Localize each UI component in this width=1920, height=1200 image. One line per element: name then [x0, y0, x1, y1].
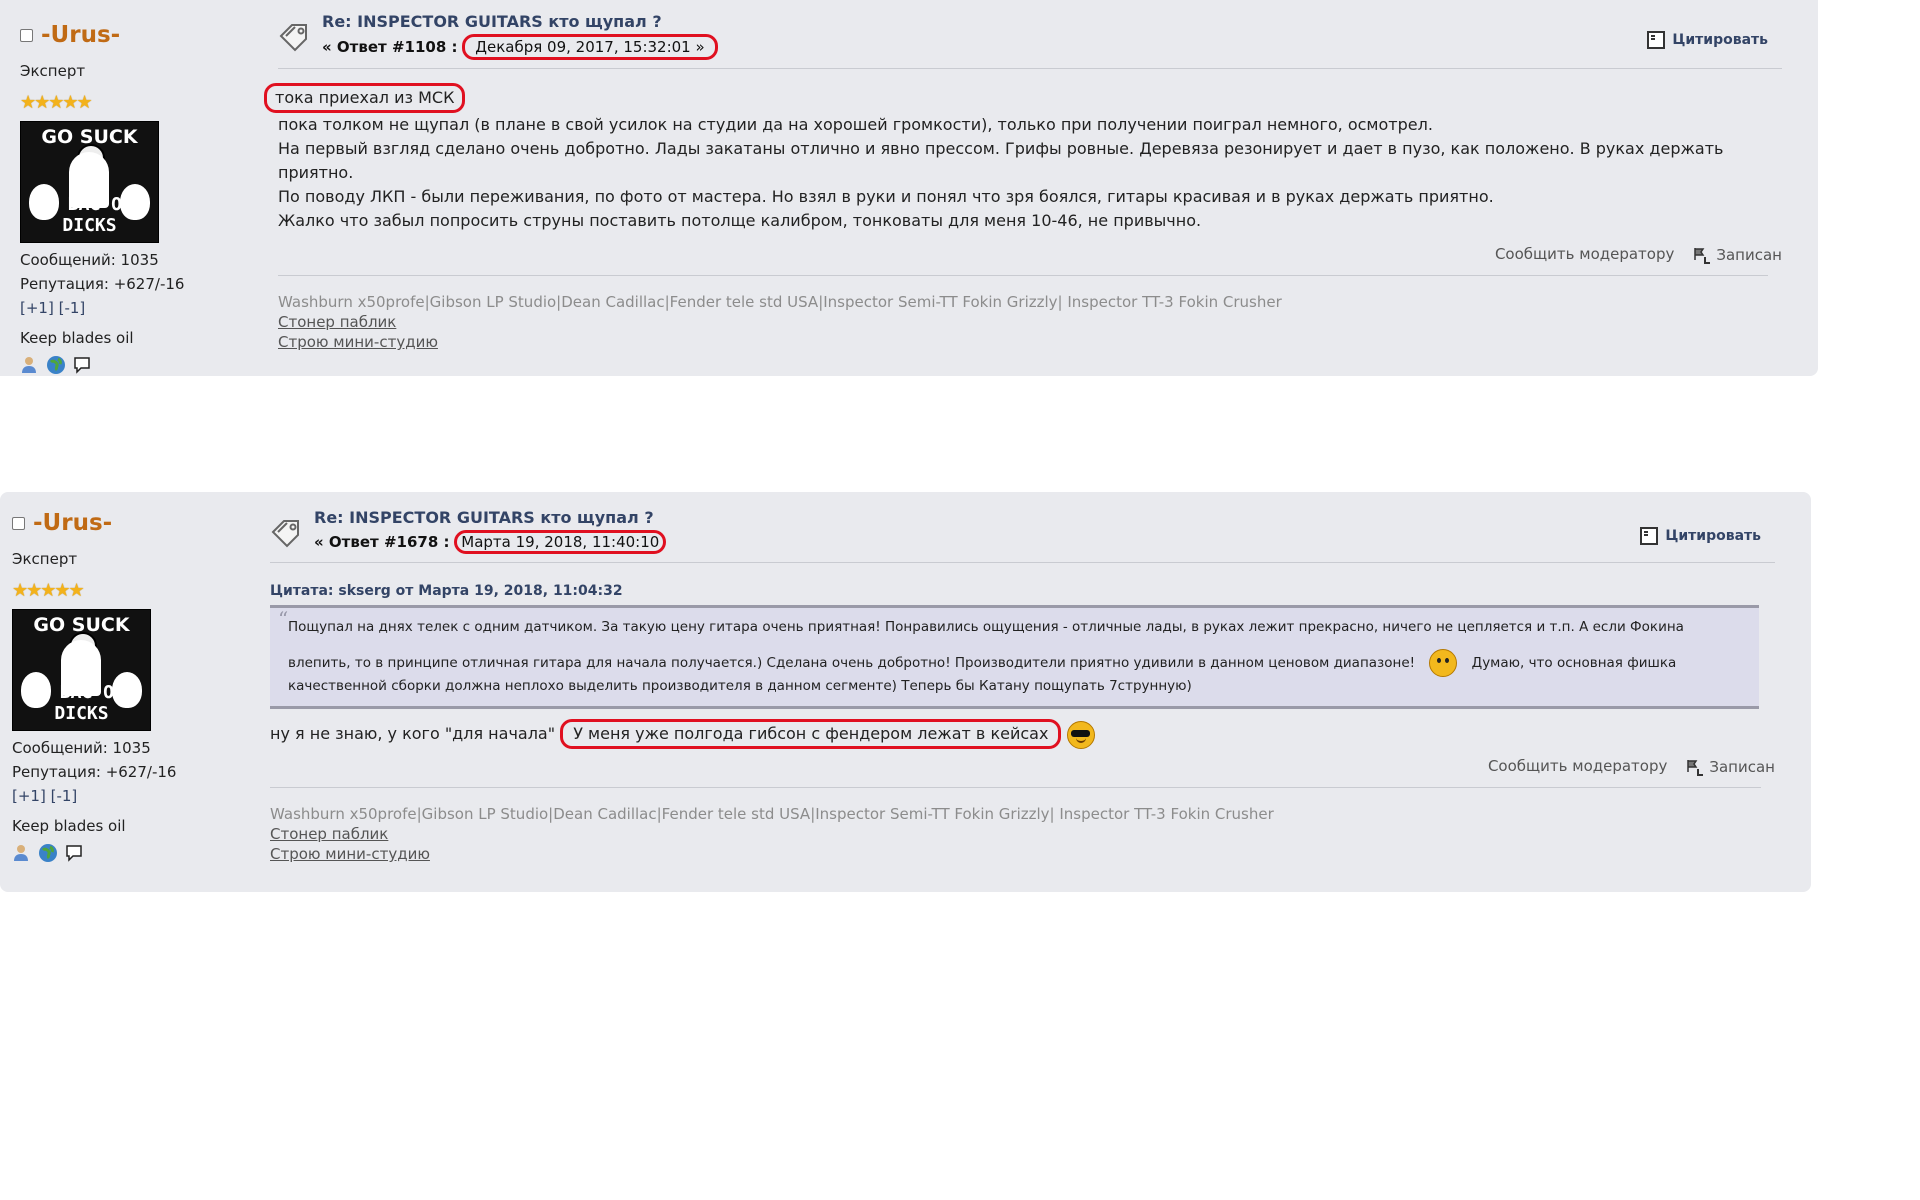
avatar-bottom-text: A BAG OF DICKS: [46, 194, 133, 236]
profile-icon[interactable]: [12, 843, 32, 863]
post-count: Сообщений: 1035: [12, 739, 151, 757]
signature: Washburn x50profe|Gibson LP Studio|Dean …: [270, 804, 1791, 864]
profile-icon[interactable]: [20, 355, 40, 375]
post-line: По поводу ЛКП - были переживания, по фот…: [278, 187, 1494, 206]
quote-label: Цитировать: [1672, 32, 1768, 48]
personal-message-icon[interactable]: [64, 843, 84, 863]
poster-rank: Эксперт: [12, 550, 78, 568]
avatar: GO SUCK A BAG OF DICKS: [20, 121, 159, 243]
signature-link-studio[interactable]: Строю мини-студию: [278, 333, 438, 351]
avatar: GO SUCK A BAG OF DICKS: [12, 609, 151, 731]
logged-label: Записан: [1709, 758, 1775, 776]
poster-name-link[interactable]: -Urus-: [41, 22, 120, 48]
post-date: Марта 19, 2018, 11:40:10: [454, 530, 667, 554]
website-globe-icon[interactable]: [46, 355, 66, 375]
karma-plus-link[interactable]: [+1]: [20, 299, 54, 317]
karma-plus-link[interactable]: [+1]: [12, 787, 46, 805]
quote-mark-icon: “: [278, 607, 289, 631]
post-line: На первый взгляд сделано очень добротно.…: [278, 139, 1724, 182]
post-tag-icon: [279, 24, 307, 52]
signature-link-stoner[interactable]: Стонер паблик: [278, 313, 396, 331]
quote-label: Цитировать: [1665, 528, 1761, 544]
quote-block: “ Пощупал на днях телек с одним датчиком…: [270, 605, 1759, 709]
post-date: Декабря 09, 2017, 15:32:01 »: [462, 34, 718, 60]
post-content: Re: INSPECTOR GUITARS кто щупал ? « Отве…: [270, 508, 1791, 864]
quote-icon: [1640, 527, 1659, 545]
personal-text: Keep blades oil: [20, 329, 134, 347]
cool-smiley-icon: [1066, 720, 1095, 749]
report-to-moderator-link[interactable]: Сообщить модератору: [1495, 245, 1674, 265]
post-subject-link[interactable]: Re: INSPECTOR GUITARS кто щупал ?: [322, 12, 718, 31]
report-to-moderator-link[interactable]: Сообщить модератору: [1488, 757, 1667, 777]
quote-line: качественной сборки должна неплохо выдел…: [288, 678, 1192, 694]
post-subject-link[interactable]: Re: INSPECTOR GUITARS кто щупал ?: [314, 508, 666, 527]
poster-info: -Urus- Эксперт ★★★★★ GO SUCK A BAG OF DI…: [20, 20, 260, 375]
logged-label: Записан: [1716, 246, 1782, 264]
personal-text: Keep blades oil: [12, 817, 126, 835]
post-body: тока приехал из МСК пока толком не щупал…: [264, 83, 1798, 233]
signature-link-studio[interactable]: Строю мини-студию: [270, 845, 430, 863]
select-post-checkbox[interactable]: [12, 516, 25, 530]
post-line: Жалко что забыл попросить струны постави…: [278, 211, 1202, 230]
rank-stars: ★★★★★: [12, 580, 85, 601]
quote-line: Пощупал на днях телек с одним датчиком. …: [288, 619, 1684, 635]
signature-link-stoner[interactable]: Стонер паблик: [270, 825, 388, 843]
reply-number: « Ответ #1678 :: [314, 533, 450, 551]
reputation: Репутация: +627/-16: [12, 763, 177, 781]
signature-gear: Washburn x50profe|Gibson LP Studio|Dean …: [270, 805, 1274, 823]
post-content: Re: INSPECTOR GUITARS кто щупал ? « Отве…: [264, 12, 1798, 352]
poster-name-link[interactable]: -Urus-: [33, 510, 112, 536]
ip-logged-icon: [1687, 760, 1704, 776]
quote-line: Думаю, что основная фишка: [1471, 655, 1677, 671]
quote-button[interactable]: Цитировать: [1639, 526, 1761, 546]
poster-rank: Эксперт: [20, 62, 86, 80]
quote-button[interactable]: Цитировать: [1646, 30, 1768, 50]
reply-text: ну я не знаю, у кого "для начала": [270, 724, 556, 743]
highlighted-reply: У меня уже полгода гибсон с фендером леж…: [560, 719, 1062, 749]
forum-post: -Urus- Эксперт ★★★★★ GO SUCK A BAG OF DI…: [0, 492, 1811, 892]
signature: Washburn x50profe|Gibson LP Studio|Dean …: [278, 292, 1798, 352]
smiley-icon: [1429, 649, 1458, 677]
post-tag-icon: [271, 520, 299, 548]
poster-info: -Urus- Эксперт ★★★★★ GO SUCK A BAG OF DI…: [12, 508, 252, 863]
reply-number: « Ответ #1108 :: [322, 38, 458, 56]
quote-icon: [1647, 31, 1666, 49]
post-line: пока толком не щупал (в плане в свой уси…: [278, 115, 1433, 134]
signature-gear: Washburn x50profe|Gibson LP Studio|Dean …: [278, 293, 1282, 311]
reputation: Репутация: +627/-16: [20, 275, 185, 293]
quote-header: Цитата: skserg от Марта 19, 2018, 11:04:…: [270, 583, 623, 599]
highlighted-line: тока приехал из МСК: [264, 83, 466, 113]
karma-minus-link[interactable]: [-1]: [51, 787, 78, 805]
karma-minus-link[interactable]: [-1]: [59, 299, 86, 317]
ip-logged-icon: [1694, 248, 1711, 264]
select-post-checkbox[interactable]: [20, 28, 33, 42]
avatar-bottom-text: A BAG OF DICKS: [38, 682, 125, 724]
post-body: ну я не знаю, у кого "для начала" У меня…: [270, 719, 1791, 749]
personal-message-icon[interactable]: [72, 355, 92, 375]
quote-line: влепить, то в принципе отличная гитара д…: [288, 655, 1416, 671]
post-count: Сообщений: 1035: [20, 251, 159, 269]
rank-stars: ★★★★★: [20, 92, 93, 113]
forum-post: -Urus- Эксперт ★★★★★ GO SUCK A BAG OF DI…: [0, 0, 1818, 376]
website-globe-icon[interactable]: [38, 843, 58, 863]
